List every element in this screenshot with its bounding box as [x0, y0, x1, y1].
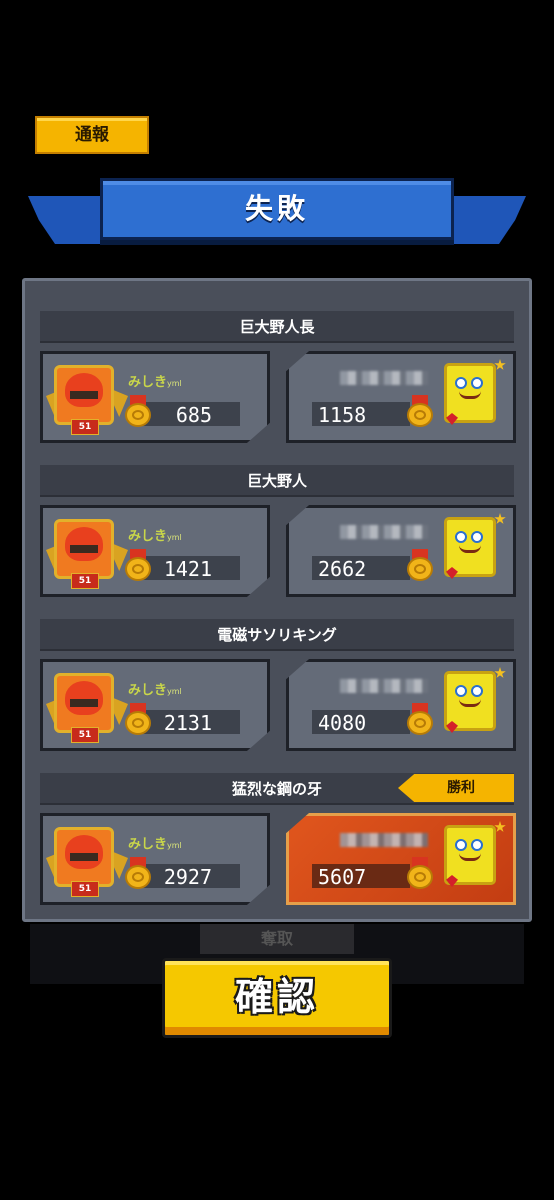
player-name-suffix: yml	[167, 841, 182, 850]
report-button[interactable]: 通報	[35, 116, 149, 154]
player-name-suffix: yml	[167, 379, 182, 388]
player-avatar-face	[65, 527, 103, 561]
opponent-name-blurred	[340, 833, 428, 847]
player-name: みしき	[128, 529, 168, 544]
player-name-wrap: みしきyml	[128, 833, 182, 852]
seize-button-dimmed: 奪取	[200, 924, 354, 954]
confirm-button[interactable]: 確認	[162, 958, 392, 1038]
opponent-avatar-eye	[455, 685, 467, 697]
opponent-power-value: 5607	[318, 865, 367, 889]
win-badge: 勝利	[398, 774, 514, 802]
player-level-tag: 51	[71, 881, 99, 897]
opponent-avatar-eye	[471, 377, 483, 389]
player-avatar-visor	[70, 545, 98, 553]
player-name-wrap: みしきyml	[128, 525, 182, 544]
player-avatar-visor	[70, 391, 98, 399]
opponent-avatar-eye	[471, 839, 483, 851]
player-name-suffix: yml	[167, 687, 182, 696]
opponent-name-blurred	[340, 371, 428, 385]
player-power-value: 2927	[163, 865, 212, 889]
player-name: みしき	[128, 375, 168, 390]
opponent-name-blurred	[340, 525, 428, 539]
opponent-power-value: 2662	[318, 557, 367, 581]
medal-icon	[124, 857, 152, 889]
medal-icon	[406, 703, 434, 735]
round-name: 巨大野人長	[239, 318, 315, 336]
player-power-value: 685	[175, 403, 212, 427]
opponent-avatar-eye	[471, 531, 483, 543]
player-avatar-face	[65, 835, 103, 869]
player-avatar-visor	[70, 853, 98, 861]
medal-icon	[124, 549, 152, 581]
player-name-suffix: yml	[167, 533, 182, 542]
medal-icon	[124, 395, 152, 427]
round-name: 電磁サソリキング	[217, 626, 337, 644]
result-title: 失敗	[244, 192, 309, 225]
round-name: 巨大野人	[246, 472, 307, 490]
player-name-wrap: みしきyml	[128, 679, 182, 698]
opponent-power-value: 4080	[318, 711, 367, 735]
player-name: みしき	[128, 683, 168, 698]
player-avatar-face	[65, 681, 103, 715]
player-power-value: 2131	[163, 711, 212, 735]
player-level-tag: 51	[71, 727, 99, 743]
opponent-avatar-eye	[455, 839, 467, 851]
player-name: みしき	[128, 837, 168, 852]
opponent-avatar-eye	[455, 377, 467, 389]
player-level-tag: 51	[71, 419, 99, 435]
player-avatar-face	[65, 373, 103, 407]
opponent-name-blurred	[340, 679, 428, 693]
player-power-value: 1421	[163, 557, 212, 581]
medal-icon	[124, 703, 152, 735]
player-level-tag: 51	[71, 573, 99, 589]
player-avatar-visor	[70, 699, 98, 707]
medal-icon	[406, 549, 434, 581]
opponent-avatar-eye	[455, 531, 467, 543]
player-name-wrap: みしきyml	[128, 371, 182, 390]
medal-icon	[406, 857, 434, 889]
opponent-power-value: 1158	[318, 403, 367, 427]
opponent-avatar-eye	[471, 685, 483, 697]
medal-icon	[406, 395, 434, 427]
